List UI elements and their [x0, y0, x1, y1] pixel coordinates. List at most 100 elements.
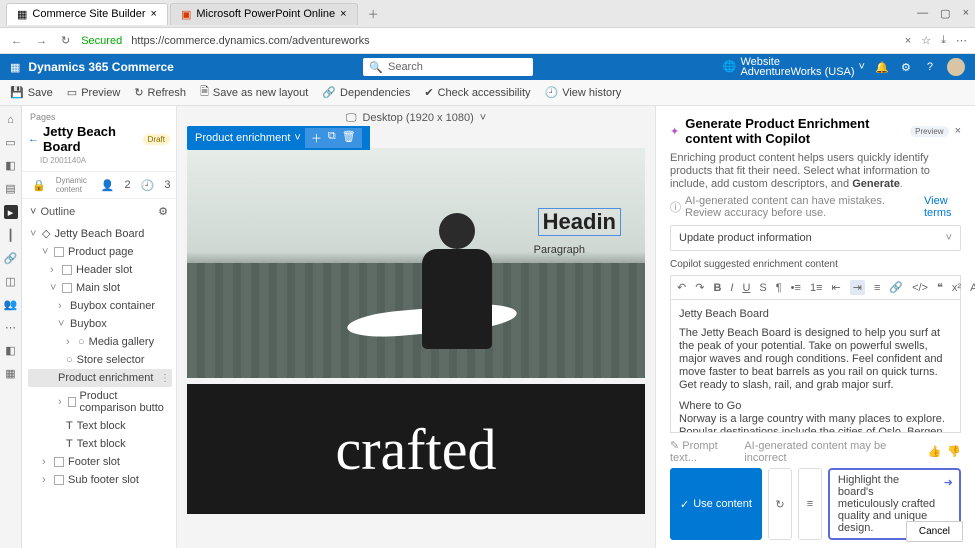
prompt-toggle-icon[interactable]: ✎ Prompt text...	[670, 439, 744, 464]
tree-store-selector[interactable]: ○Store selector	[28, 351, 172, 369]
tree-footer-slot[interactable]: ›Footer slot	[28, 453, 172, 471]
chevron-down-icon[interactable]: ˅	[30, 206, 36, 218]
tab-close-icon[interactable]: ×	[151, 8, 157, 20]
tab-close-icon[interactable]: ×	[340, 8, 346, 20]
media-icon[interactable]: ▸	[4, 205, 18, 219]
link-icon[interactable]: 🔗	[889, 281, 903, 294]
downloads-icon[interactable]: ⤓	[941, 34, 946, 47]
star-icon[interactable]: ☆	[921, 34, 931, 47]
settings-icon[interactable]: ⚙	[899, 60, 913, 74]
close-window-icon[interactable]: ×	[963, 7, 969, 20]
tree-buybox-container[interactable]: ›Buybox container	[28, 297, 172, 315]
align-left-icon[interactable]: ≡	[874, 282, 880, 294]
tree-text-block-1[interactable]: TText block	[28, 417, 172, 435]
tree-main-slot[interactable]: ˅Main slot	[28, 279, 172, 297]
paragraph-placeholder[interactable]: Paragraph	[534, 244, 585, 256]
save-button[interactable]: 💾Save	[10, 86, 53, 99]
chevron-down-icon[interactable]: ˅	[294, 132, 300, 144]
dependencies-button[interactable]: 🔗Dependencies	[322, 86, 410, 99]
browser-tab-active[interactable]: ▦ Commerce Site Builder ×	[6, 3, 168, 25]
accessibility-button[interactable]: ✔Check accessibility	[424, 86, 530, 99]
website-selector[interactable]: 🌐 Website AdventureWorks (USA) ˅	[723, 57, 865, 77]
indent-icon[interactable]: ⇥	[850, 280, 865, 295]
italic-icon[interactable]: I	[730, 282, 733, 294]
history-button[interactable]: 🕘View history	[545, 86, 622, 99]
generated-content-editor[interactable]: Jetty Beach Board The Jetty Beach Board …	[670, 299, 961, 433]
outdent-icon[interactable]: ⇤	[832, 281, 841, 294]
preview-badge: Preview	[910, 126, 948, 137]
help-icon[interactable]: ?	[923, 60, 937, 74]
tree-product-page[interactable]: ˅Product page	[28, 243, 172, 261]
search-icon: 🔍	[369, 61, 383, 74]
quote-icon[interactable]: ❝	[937, 281, 943, 294]
regenerate-button[interactable]: ↻	[768, 468, 792, 540]
outline-settings-icon[interactable]: ⚙	[158, 205, 168, 218]
fragments-icon[interactable]: ◧	[5, 159, 15, 172]
node-menu-icon[interactable]: ⋮	[160, 373, 170, 384]
tree-product-enrichment[interactable]: Product enrichment⋮	[28, 369, 172, 387]
tree-product-comparison[interactable]: ›Product comparison butto	[28, 387, 172, 417]
pages-icon[interactable]: ▭	[5, 136, 15, 149]
waffle-icon[interactable]: ▦	[10, 61, 20, 74]
heading-placeholder[interactable]: Headin	[538, 208, 621, 236]
cancel-button[interactable]: Cancel	[906, 521, 963, 542]
back-icon[interactable]: ←	[8, 35, 25, 47]
tree-root[interactable]: ˅◇Jetty Beach Board	[28, 224, 172, 243]
new-tab-button[interactable]: ＋	[360, 6, 387, 22]
home-icon[interactable]: ⌂	[7, 114, 14, 126]
notifications-icon[interactable]: 🔔	[875, 60, 889, 74]
bold-icon[interactable]: B	[713, 282, 721, 294]
add-icon[interactable]: ＋	[311, 130, 322, 146]
format-icon[interactable]: ¶	[776, 282, 782, 294]
redo-icon[interactable]: ↷	[695, 281, 704, 294]
code-icon[interactable]: </>	[912, 282, 928, 294]
templates-icon[interactable]: ▤	[5, 182, 15, 195]
close-panel-icon[interactable]: ×	[955, 125, 961, 137]
refresh-button[interactable]: ↻Refresh	[134, 86, 186, 99]
layouts-icon[interactable]: ◫	[5, 275, 15, 288]
tree-sub-footer-slot[interactable]: ›Sub footer slot	[28, 471, 172, 489]
number-list-icon[interactable]: 1≡	[810, 282, 823, 294]
browser-tab-2[interactable]: ▣ Microsoft PowerPoint Online ×	[170, 3, 358, 25]
thumbs-up-icon[interactable]: 👍	[928, 445, 942, 458]
view-terms-link[interactable]: View terms	[924, 195, 961, 219]
preview-button[interactable]: ▭Preview	[67, 86, 121, 99]
styles-icon[interactable]: ◧	[5, 344, 15, 357]
delete-icon[interactable]: 🗑	[342, 130, 356, 146]
maximize-icon[interactable]: ▢	[940, 7, 950, 20]
extensions-icon[interactable]: ▦	[5, 367, 15, 380]
clear-url-icon[interactable]: ×	[905, 35, 911, 47]
minimize-icon[interactable]: —	[917, 7, 928, 20]
clear-format-icon[interactable]: A↯	[970, 281, 975, 294]
selection-pill[interactable]: Product enrichment ˅ ＋ ⧉ 🗑	[187, 126, 370, 150]
back-arrow-icon[interactable]: ←	[28, 133, 39, 145]
audiences-icon[interactable]: 👥	[4, 298, 18, 311]
use-content-button[interactable]: ✓Use content	[670, 468, 762, 540]
adjust-button[interactable]: ≡	[798, 468, 822, 540]
chevron-down-icon[interactable]: ˅	[480, 112, 486, 124]
url-display[interactable]: Secured https://commerce.dynamics.com/ad…	[81, 35, 897, 47]
enrichment-mode-dropdown[interactable]: Update product information ˅	[670, 225, 961, 251]
thumbs-down-icon[interactable]: 👎	[947, 445, 961, 458]
undo-icon[interactable]: ↶	[677, 281, 686, 294]
save-as-button[interactable]: 🗎Save as new layout	[200, 83, 308, 102]
global-search[interactable]: 🔍 Search	[363, 58, 533, 76]
viewport-selector[interactable]: Desktop (1920 x 1080)	[362, 112, 473, 124]
browser-menu-icon[interactable]: ⋯	[956, 34, 967, 47]
tree-header-slot[interactable]: ›Header slot	[28, 261, 172, 279]
urls-icon[interactable]: 🔗	[4, 252, 18, 265]
tree-media-gallery[interactable]: ›○Media gallery	[28, 333, 172, 351]
tree-text-block-2[interactable]: TText block	[28, 435, 172, 453]
avatar[interactable]	[947, 58, 965, 76]
copy-icon[interactable]: ⧉	[328, 130, 336, 146]
more-icon[interactable]: ⋯	[5, 321, 16, 334]
sup-icon[interactable]: x²	[952, 282, 961, 294]
reload-icon[interactable]: ↻	[58, 34, 73, 47]
breadcrumb[interactable]: Pages	[22, 106, 176, 124]
bullet-list-icon[interactable]: •≡	[791, 282, 801, 294]
strike-icon[interactable]: S	[759, 282, 766, 294]
forward-icon[interactable]: →	[33, 35, 50, 47]
send-prompt-icon[interactable]: ➜	[944, 476, 953, 489]
tree-buybox[interactable]: ˅Buybox	[28, 315, 172, 333]
underline-icon[interactable]: U	[742, 282, 750, 294]
